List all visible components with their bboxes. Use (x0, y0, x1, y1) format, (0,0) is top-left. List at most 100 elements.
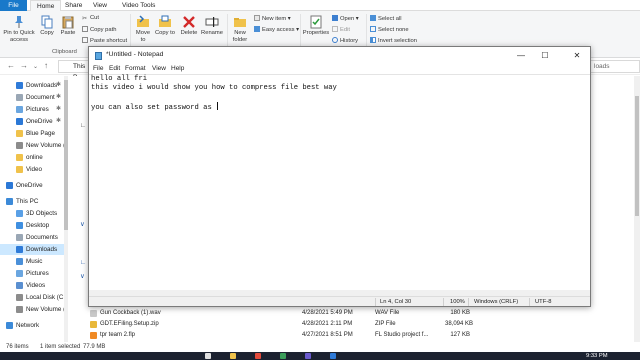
app-icon[interactable] (305, 353, 311, 359)
sidebar-item[interactable]: Video (0, 164, 68, 175)
paste-button[interactable]: Paste (58, 15, 78, 37)
up-arrow-icon[interactable]: ↑ (44, 61, 48, 70)
sidebar-item[interactable]: Blue Page (0, 128, 68, 139)
group-chevron-icon[interactable]: ∟ (80, 259, 86, 266)
notepad-title-bar[interactable]: *Untitled - Notepad — ☐ ✕ (89, 47, 590, 64)
folder-icon (16, 294, 23, 301)
open-button[interactable]: Open ▾ (332, 15, 359, 23)
close-icon[interactable]: ✕ (566, 47, 588, 64)
file-icon (90, 310, 97, 317)
forward-arrow-icon[interactable]: → (20, 61, 28, 70)
sidebar-item[interactable]: Network (0, 320, 68, 331)
table-row[interactable]: GDT.EFiling.Setup.zip 4/28/2021 2:11 PM ZI… (90, 319, 570, 330)
sidebar-item[interactable]: Music (0, 256, 68, 267)
invert-selection-button[interactable]: Invert selection (370, 37, 417, 45)
file-icon (90, 321, 97, 328)
file-type: ZIP File (375, 321, 396, 327)
edit-button[interactable]: Edit (332, 26, 350, 34)
file-name: GDT.EFiling.Setup.zip (100, 321, 159, 327)
copy-path-button[interactable]: Copy path (82, 26, 116, 34)
select-none-button[interactable]: Select none (370, 26, 409, 34)
sidebar-item-label: OneDrive (16, 182, 43, 189)
chrome-icon[interactable] (255, 353, 261, 359)
sidebar-item-label: New Volume ( (26, 142, 66, 149)
sidebar-item[interactable]: 3D Objects (0, 208, 68, 219)
clock[interactable]: 9:33 PM (586, 352, 608, 360)
table-row[interactable]: tpr team 2.flp 4/27/2021 8:51 PM FL Studio… (90, 330, 570, 341)
menu-help[interactable]: Help (171, 65, 184, 72)
file-list-scrollbar[interactable] (634, 76, 640, 342)
sidebar-item[interactable]: New Volume ( (0, 304, 68, 315)
copy-label: Copy (40, 30, 54, 36)
sidebar-item[interactable]: Pictures (0, 268, 68, 279)
group-chevron-icon[interactable]: ∨ (80, 272, 85, 280)
table-row[interactable]: Gun Cockback (1).wav 4/28/2021 5:49 PM WAV… (90, 308, 570, 319)
clipboard-group-label: Clipboard (52, 49, 77, 55)
scrollbar-thumb[interactable] (635, 96, 639, 216)
minimize-icon[interactable]: — (510, 47, 532, 64)
menu-edit[interactable]: Edit (109, 65, 120, 72)
copy-path-label: Copy path (90, 27, 117, 33)
cursor-position: Ln 4, Col 30 (380, 299, 412, 305)
paste-shortcut-label: Paste shortcut (90, 38, 128, 44)
pin-icon: ✱ (56, 118, 62, 124)
search-icon[interactable] (205, 353, 211, 359)
sidebar-item[interactable]: OneDrive ✱ (0, 116, 68, 127)
sidebar-item[interactable]: OneDrive (0, 180, 68, 191)
new-item-button[interactable]: New item ▾ (254, 15, 291, 23)
select-all-button[interactable]: Select all (370, 15, 402, 23)
menu-file[interactable]: File (93, 65, 103, 72)
cut-button[interactable]: ✂ Cut (82, 15, 99, 22)
app-icon[interactable] (280, 353, 286, 359)
tab-share[interactable]: Share (59, 0, 88, 11)
delete-button[interactable]: Delete (178, 15, 200, 37)
tab-file[interactable]: File (0, 0, 27, 11)
copy-button[interactable]: Copy (38, 15, 56, 37)
notepad-status-bar: Ln 4, Col 30 100% Windows (CRLF) UTF-8 (89, 296, 590, 306)
address-bar[interactable]: This P (58, 60, 90, 81)
group-chevron-icon[interactable]: ∟ (80, 122, 86, 129)
move-to-icon (137, 15, 149, 27)
tab-view[interactable]: View (87, 0, 113, 11)
tab-video-tools[interactable]: Video Tools (116, 0, 161, 11)
sidebar-item[interactable]: New Volume ( (0, 140, 68, 151)
sidebar-item[interactable]: Downloads (0, 244, 68, 255)
rename-button[interactable]: Rename (200, 15, 224, 37)
folder-icon (16, 130, 23, 137)
sidebar-item[interactable]: Downloads ✱ (0, 80, 68, 91)
back-arrow-icon[interactable]: ← (7, 61, 15, 70)
recent-chevron-icon[interactable]: ⌄ (33, 63, 38, 70)
group-chevron-icon[interactable]: ∨ (80, 220, 85, 228)
sidebar-item[interactable]: Document ✱ (0, 92, 68, 103)
file-explorer-icon[interactable] (230, 353, 236, 359)
maximize-icon[interactable]: ☐ (534, 47, 556, 64)
sidebar-item-label: online (26, 154, 43, 161)
new-folder-button[interactable]: New folder (229, 15, 251, 44)
paste-shortcut-button[interactable]: Paste shortcut (82, 37, 127, 45)
folder-icon (16, 142, 23, 149)
app-icon[interactable] (330, 353, 336, 359)
sidebar-item[interactable]: Local Disk (C:) (0, 292, 68, 303)
copy-to-icon (159, 15, 171, 27)
sidebar-item[interactable]: Documents (0, 232, 68, 243)
sidebar-item[interactable]: Videos (0, 280, 68, 291)
sidebar-item[interactable]: This PC (0, 196, 68, 207)
properties-label: Properties (302, 30, 330, 36)
pin-to-quick-access-button[interactable]: Pin to Quick access (2, 15, 36, 44)
easy-access-button[interactable]: Easy access ▾ (254, 26, 299, 34)
tab-home[interactable]: Home (30, 0, 62, 11)
menu-view[interactable]: View (152, 65, 166, 72)
copy-to-button[interactable]: Copy to (155, 15, 175, 37)
move-to-button[interactable]: Move to (133, 15, 153, 44)
notepad-text-area[interactable]: hello all fri this video i would show yo… (89, 74, 590, 290)
status-divider (529, 298, 530, 306)
menu-format[interactable]: Format (125, 65, 146, 72)
history-button[interactable]: History (332, 37, 358, 45)
sidebar-item[interactable]: online (0, 152, 68, 163)
sidebar-item-label: This PC (16, 198, 39, 205)
sidebar-item[interactable]: Pictures ✱ (0, 104, 68, 115)
search-input[interactable]: loads (590, 60, 640, 73)
file-date: 4/28/2021 5:49 PM (302, 310, 353, 316)
properties-button[interactable]: Properties (302, 15, 330, 37)
sidebar-item[interactable]: Desktop (0, 220, 68, 231)
